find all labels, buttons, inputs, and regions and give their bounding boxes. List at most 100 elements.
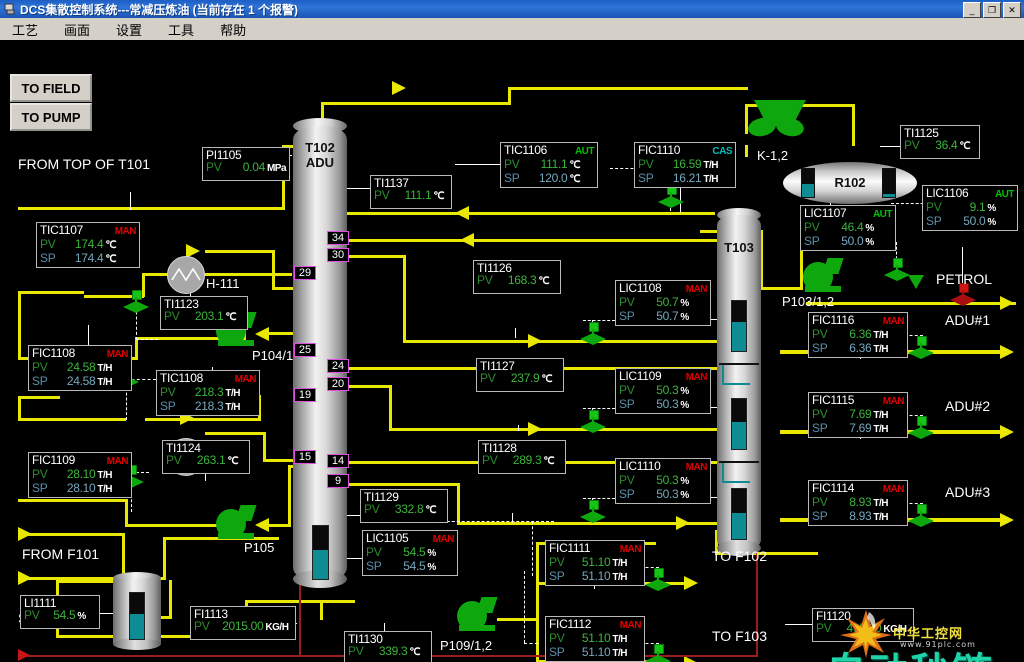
faceplate-fic1110[interactable]: FIC1110 CAS PV 16.59 T/H SP 16.21 T/H (634, 142, 736, 188)
faceplate-fic1109[interactable]: FIC1109 MAN PV 28.10 T/H SP 28.10 T/H (28, 452, 132, 498)
close-button[interactable]: ✕ (1003, 2, 1021, 18)
menu-item-help[interactable]: 帮助 (216, 19, 250, 40)
li1111-level-gauge (129, 592, 145, 640)
tic1107-pv-unit: ℃ (105, 240, 117, 251)
faceplate-fic1115[interactable]: FIC1115 MAN PV 7.69 T/H SP 7.69 T/H (808, 392, 908, 438)
menu-item-screen[interactable]: 画面 (60, 19, 94, 40)
faceplate-lic1107[interactable]: LIC1107 AUT PV 46.4 % SP 50.0 % (800, 205, 896, 251)
t103-level-gauge-3 (731, 488, 747, 540)
faceplate-fic1112[interactable]: FIC1112 MAN PV 51.10 T/H SP 51.10 T/H (545, 616, 645, 662)
faceplate-ti1123[interactable]: TI1123 PV 203.1 ℃ (160, 296, 248, 330)
faceplate-li1111[interactable]: LI1111 PV 54.5 % (20, 595, 100, 629)
pipe-col-19-out (18, 396, 60, 399)
faceplate-fic1114[interactable]: FIC1114 MAN PV 8.93 T/H SP 8.93 T/H (808, 480, 908, 526)
tic1107-pv-label: PV (40, 237, 56, 251)
pipe-f101-a (18, 533, 124, 536)
ti1127-pv-label: PV (480, 371, 496, 385)
valve-fic1116[interactable] (908, 336, 934, 360)
valve-fic1115[interactable] (908, 416, 934, 440)
lic1106-pv-value: 9.1 (969, 200, 986, 214)
lic1107-pv-unit: % (865, 223, 874, 234)
t103-downcomer-1v (722, 365, 724, 385)
flow-arrow-9 (676, 516, 690, 530)
lic1109-sp-value: 50.3 (656, 397, 679, 411)
to-field-button[interactable]: TO FIELD (10, 74, 92, 102)
fic1115-sp-unit: T/H (873, 424, 889, 435)
valve-fic1110[interactable] (658, 185, 684, 209)
faceplate-lic1105[interactable]: LIC1105 MAN PV 54.5 % SP 54.5 % (362, 530, 458, 576)
faceplate-lic1108[interactable]: LIC1108 MAN PV 50.7 % SP 50.7 % (615, 280, 711, 326)
valve-lic1108[interactable] (580, 322, 606, 346)
fic1116-sp-unit: T/H (873, 344, 889, 355)
pipe-draw-9-v (457, 483, 460, 525)
lic1105-pv-label: PV (366, 545, 382, 559)
fic1114-tag: FIC1114 (812, 481, 855, 495)
faceplate-lic1109[interactable]: LIC1109 MAN PV 50.3 % SP 50.3 % (615, 368, 711, 414)
lic1110-sp-label: SP (619, 487, 635, 501)
faceplate-fic1116[interactable]: FIC1116 MAN PV 6.36 T/H SP 6.36 T/H (808, 312, 908, 358)
pipe-to-cooler (508, 87, 748, 90)
fic1114-pv-label: PV (812, 495, 828, 509)
valve-fic1114[interactable] (908, 504, 934, 528)
to-pump-button[interactable]: TO PUMP (10, 103, 92, 131)
tic1107-pv-value: 174.4 (74, 237, 104, 251)
menu-item-tools[interactable]: 工具 (164, 19, 198, 40)
faceplate-fi1120[interactable]: FI1120 PV 495.00 KG/H (812, 608, 914, 642)
fic1111-pv-value: 51.10 (581, 555, 611, 569)
faceplate-lic1106[interactable]: LIC1106 AUT PV 9.1 % SP 50.0 % (922, 185, 1018, 231)
faceplate-ti1128[interactable]: TI1128 PV 289.3 ℃ (478, 440, 566, 474)
faceplate-ti1129[interactable]: TI1129 PV 332.8 ℃ (360, 489, 448, 523)
faceplate-ti1124[interactable]: TI1124 PV 263.1 ℃ (162, 440, 250, 474)
lic1109-sp-label: SP (619, 397, 635, 411)
faceplate-pi1105[interactable]: PI1105 PV 0.04 MPa (202, 147, 290, 181)
lic1109-pv-unit: % (680, 386, 689, 397)
valve-fic1108[interactable] (123, 290, 149, 314)
flow-arrow-f102 (684, 576, 698, 590)
t103-baffle-1 (719, 363, 759, 365)
valve-fic1112[interactable] (645, 644, 671, 662)
valve-lic1109[interactable] (580, 410, 606, 434)
fic1114-sp-value: 8.93 (849, 509, 872, 523)
ti1129-pv-unit: ℃ (425, 505, 437, 516)
ti1124-pv-label: PV (166, 453, 182, 467)
fic1116-pv-value: 6.36 (849, 327, 872, 341)
faceplate-ti1126[interactable]: TI1126 PV 168.3 ℃ (473, 260, 561, 294)
faceplate-ti1125[interactable]: TI1125 PV 36.4 ℃ (900, 125, 980, 159)
flow-arrow-adu3 (1000, 513, 1014, 527)
maximize-button[interactable]: ❐ (983, 2, 1001, 18)
minimize-button[interactable]: _ (963, 2, 981, 18)
lic1110-sp-value: 50.3 (656, 487, 679, 501)
valve-lic1107[interactable] (884, 258, 910, 282)
faceplate-tic1107[interactable]: TIC1107 MAN PV 174.4 ℃ SP 174.4 ℃ (36, 222, 140, 268)
faceplate-tic1108[interactable]: TIC1108 MAN PV 218.3 T/H SP 218.3 T/H (156, 370, 260, 416)
exchanger-h111-label: H-111 (206, 276, 240, 291)
fic1108-tag: FIC1108 (32, 346, 76, 360)
fic1111-pv-unit: T/H (612, 558, 628, 569)
faceplate-fic1111[interactable]: FIC1111 MAN PV 51.10 T/H SP 51.10 T/H (545, 540, 645, 586)
faceplate-fic1108[interactable]: FIC1108 MAN PV 24.58 T/H SP 24.58 T/H (28, 345, 132, 391)
pump-p103-label: P103/1,2 (782, 294, 835, 309)
signal-lic1108 (583, 320, 615, 321)
menu-item-process[interactable]: 工艺 (8, 19, 42, 40)
faceplate-tic1106[interactable]: TIC1106 AUT PV 111.1 ℃ SP 120.0 ℃ (500, 142, 598, 188)
tic1106-sp-unit: ℃ (569, 174, 581, 185)
valve-fic1111[interactable] (645, 568, 671, 592)
lic1105-sp-unit: % (427, 562, 436, 573)
pipe-draw-top-h2 (455, 212, 715, 215)
label-from-f101: FROM F101 (22, 546, 100, 562)
faceplate-fi1113[interactable]: FI1113 PV 2015.00 KG/H (190, 606, 296, 640)
lic1105-sp-value: 54.5 (403, 559, 426, 573)
menu-item-settings[interactable]: 设置 (112, 19, 146, 40)
valve-lic1110[interactable] (580, 500, 606, 524)
faceplate-ti1137[interactable]: TI1137 PV 111.1 ℃ (370, 175, 452, 209)
fic1115-sp-label: SP (812, 421, 828, 435)
faceplate-ti1127[interactable]: TI1127 PV 237.9 ℃ (476, 358, 564, 392)
ti1125-pv-unit: ℃ (959, 141, 971, 152)
lic1107-sp-label: SP (804, 234, 820, 248)
lic1108-pv-label: PV (619, 295, 635, 309)
faceplate-ti1130[interactable]: TI1130 PV 339.3 ℃ (344, 631, 432, 662)
watermark-text: 自动秒链接 (826, 640, 1024, 662)
ti1128-pv-unit: ℃ (543, 456, 555, 467)
faceplate-lic1110[interactable]: LIC1110 MAN PV 50.3 % SP 50.3 % (615, 458, 711, 504)
lic1105-pv-value: 54.5 (403, 545, 426, 559)
